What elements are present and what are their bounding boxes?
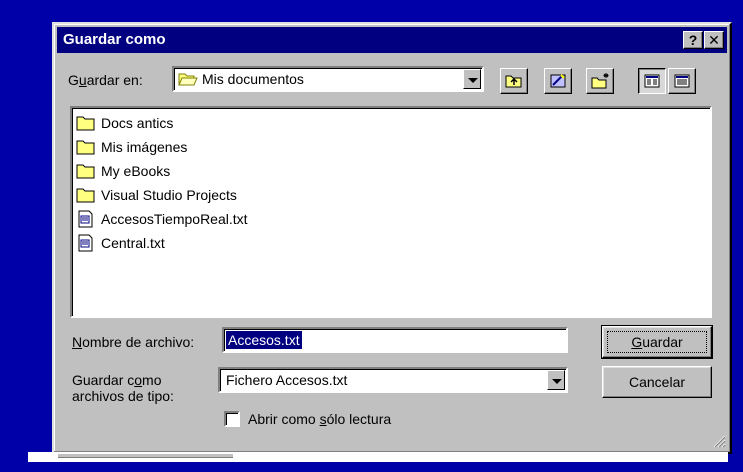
list-item[interactable]: Mis imágenes [76,136,187,158]
file-name: Central.txt [101,235,165,251]
filename-input[interactable]: Accesos.txt [222,327,568,353]
folder-icon [76,116,95,131]
save-button[interactable]: Guardar [601,325,713,359]
save-in-label: Guardar en: [68,72,143,88]
taskbar-segment [58,454,233,458]
file-name: AccesosTiempoReal.txt [101,211,248,227]
folder-icon [76,140,95,155]
favorites-icon [550,74,566,88]
close-button[interactable]: ✕ [704,31,724,49]
resize-grip-icon[interactable] [712,434,726,448]
file-name: Mis imágenes [101,139,188,155]
file-list[interactable]: Docs antics Mis imágenes My eBooks Visua… [70,106,712,318]
readonly-checkbox[interactable] [224,411,240,427]
help-button[interactable]: ? [683,31,703,49]
details-view-button[interactable] [668,68,696,94]
save-in-value: Mis documentos [202,71,304,87]
open-folder-icon [178,73,198,86]
new-folder-button[interactable] [586,68,614,94]
list-view-button[interactable] [638,68,666,94]
save-in-combo[interactable]: Mis documentos [172,66,484,92]
taskbar-strip [28,452,728,462]
file-name: My eBooks [101,163,171,179]
save-in-dropdown-arrow[interactable] [463,69,481,89]
list-view-icon [644,74,660,88]
folder-up-icon [505,75,522,88]
folder-icon [76,188,95,203]
text-file-icon [78,234,93,252]
filetype-label: Guardar como archivos de tipo: [72,372,174,404]
save-as-dialog: Guardar como ? ✕ Guardar en: Mis documen… [52,22,732,454]
dialog-title: Guardar como [63,31,166,48]
readonly-label[interactable]: Abrir como sólo lectura [248,411,391,427]
text-file-icon [78,210,93,228]
filetype-dropdown-arrow[interactable] [547,370,565,390]
file-name: Docs antics [101,115,174,131]
title-bar[interactable]: Guardar como ? ✕ [57,27,727,53]
folder-icon [76,164,95,179]
focus-rect [607,331,707,353]
list-item[interactable]: Central.txt [76,232,165,254]
search-web-button[interactable] [544,68,572,94]
filetype-value: Fichero Accesos.txt [226,372,348,388]
desktop-strip [0,0,743,6]
cancel-button[interactable]: Cancelar [602,366,712,398]
new-folder-icon [591,73,609,89]
details-view-icon [674,74,690,88]
list-item[interactable]: Docs antics [76,112,173,134]
list-item[interactable]: Visual Studio Projects [76,184,237,206]
file-name: Visual Studio Projects [101,187,237,203]
list-item[interactable]: My eBooks [76,160,170,182]
up-one-level-button[interactable] [500,68,528,94]
filename-value: Accesos.txt [226,331,302,349]
filename-label: Nombre de archivo: [72,334,195,350]
filetype-combo[interactable]: Fichero Accesos.txt [218,367,568,393]
list-item[interactable]: AccesosTiempoReal.txt [76,208,248,230]
